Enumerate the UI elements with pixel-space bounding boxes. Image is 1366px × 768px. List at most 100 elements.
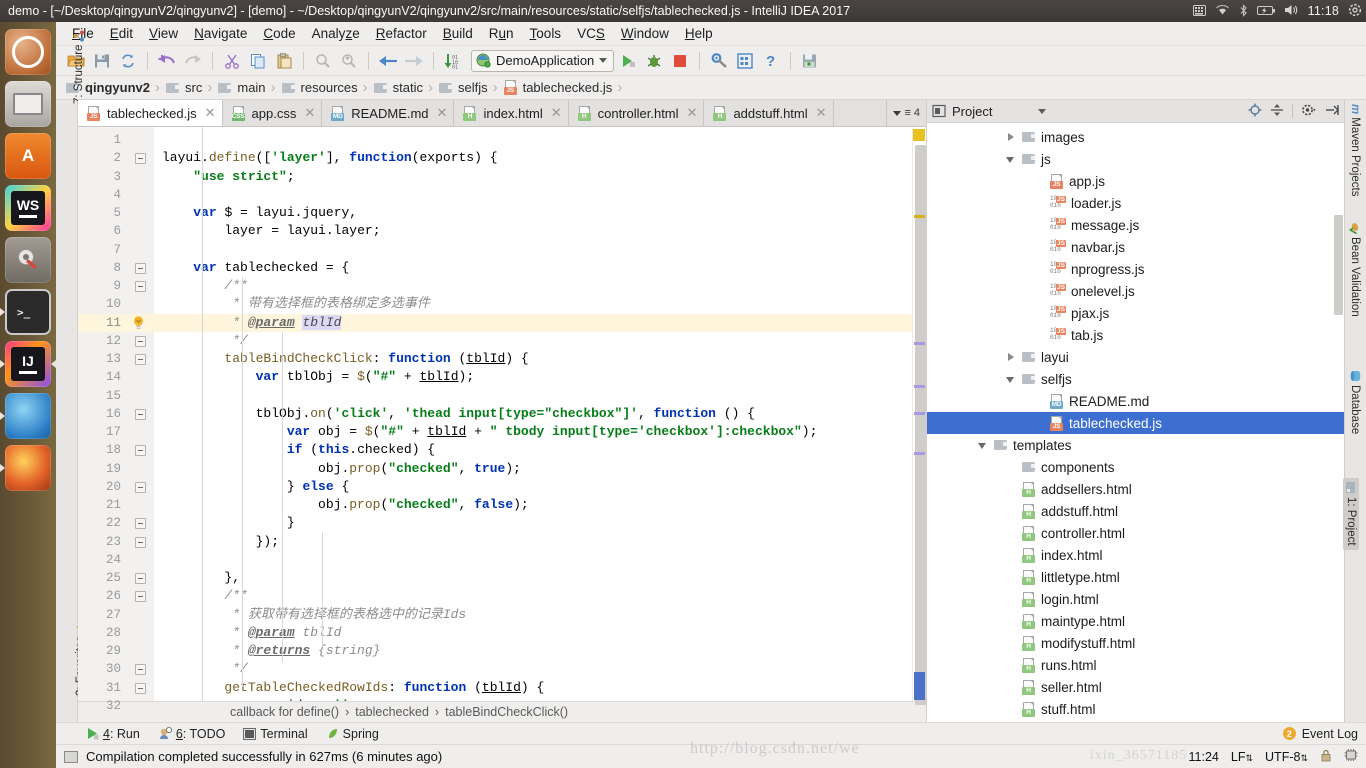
code-line[interactable]: var tblObj = $("#" + tblId); xyxy=(154,368,912,386)
navigate-back-icon[interactable] xyxy=(376,49,400,73)
collapse-arrow-icon[interactable] xyxy=(1006,374,1017,385)
fold-marker-icon[interactable] xyxy=(135,153,146,165)
chevron-down-icon[interactable] xyxy=(1038,108,1047,114)
close-icon[interactable]: ✕ xyxy=(304,105,315,121)
collapse-all-icon[interactable] xyxy=(1270,103,1284,120)
fold-marker-icon[interactable] xyxy=(135,591,146,603)
fold-row[interactable] xyxy=(128,277,154,295)
tab-index-html[interactable]: H index.html ✕ xyxy=(454,100,569,126)
code-line[interactable]: obj.prop("checked", true); xyxy=(154,460,912,478)
fold-row[interactable] xyxy=(128,313,154,332)
stop-button-icon[interactable] xyxy=(668,49,692,73)
tree-item[interactable]: 10 010 JS message.js xyxy=(927,214,1344,236)
compile-icon[interactable]: 01 10 01 xyxy=(441,49,465,73)
find-usages-icon[interactable] xyxy=(337,49,361,73)
project-file-tree[interactable]: images js JS app.js 10 010 JS loader.js 10 010 JS m… xyxy=(927,123,1344,722)
tree-item[interactable]: MD README.md xyxy=(927,390,1344,412)
code-line[interactable]: } xyxy=(154,514,912,532)
lock-icon[interactable] xyxy=(1320,749,1332,765)
undo-icon[interactable] xyxy=(155,49,179,73)
tree-item[interactable]: Hseller.html xyxy=(927,676,1344,698)
database-save-icon[interactable] xyxy=(798,49,822,73)
fold-row[interactable] xyxy=(128,259,154,277)
fold-marker-icon[interactable] xyxy=(135,262,146,274)
memory-indicator-icon[interactable] xyxy=(1344,748,1358,765)
code-content[interactable]: layui.define(['layer'], function(exports… xyxy=(154,127,912,701)
breadcrumb-tablebindcheckclick[interactable]: tableBindCheckClick() xyxy=(445,705,568,719)
encoding-selector[interactable]: UTF-8⇅ xyxy=(1265,750,1308,764)
breadcrumb-selfjs[interactable]: selfjs xyxy=(435,80,491,95)
menu-run[interactable]: Run xyxy=(481,24,522,43)
fold-marker-icon[interactable] xyxy=(135,281,146,292)
tree-item[interactable]: 10 010 JS navbar.js xyxy=(927,236,1344,258)
menu-window[interactable]: Window xyxy=(613,24,677,43)
fold-row[interactable] xyxy=(128,514,154,532)
fold-marker-icon[interactable] xyxy=(135,481,146,493)
tab-overflow-button[interactable]: ≡ 4 xyxy=(886,100,926,126)
breadcrumb-static[interactable]: static xyxy=(370,80,426,95)
fold-row[interactable] xyxy=(128,204,154,222)
fold-marker-icon[interactable] xyxy=(135,664,146,676)
code-line[interactable]: }); xyxy=(154,533,912,551)
fold-marker-icon[interactable] xyxy=(135,354,146,365)
fold-marker-icon[interactable] xyxy=(135,518,146,530)
event-log-label[interactable]: Event Log xyxy=(1302,727,1358,741)
tree-item[interactable]: 10 010 JS onelevel.js xyxy=(927,280,1344,302)
launcher-webstorm-icon[interactable]: WS xyxy=(5,185,51,231)
fold-row[interactable] xyxy=(128,350,154,368)
launcher-terminal-icon[interactable]: >_ xyxy=(0,289,51,335)
launcher-chrome-icon[interactable] xyxy=(0,393,51,439)
tree-item[interactable]: js xyxy=(927,148,1344,170)
collapse-arrow-icon[interactable] xyxy=(1006,154,1017,165)
fold-row[interactable] xyxy=(128,387,154,405)
breadcrumb-callback[interactable]: callback for define() xyxy=(230,705,339,719)
save-all-icon[interactable] xyxy=(90,49,114,73)
fold-marker-icon[interactable] xyxy=(135,573,146,584)
line-separator-selector[interactable]: LF⇅ xyxy=(1231,750,1253,764)
breadcrumb-tablechecked-js[interactable]: JS tablechecked.js xyxy=(500,80,616,95)
menu-help[interactable]: Help xyxy=(677,24,721,43)
code-line[interactable] xyxy=(154,387,912,405)
help-icon[interactable]: ? xyxy=(759,49,783,73)
fold-row[interactable] xyxy=(128,295,154,313)
fold-row[interactable] xyxy=(128,697,154,715)
fold-row[interactable] xyxy=(128,368,154,386)
gear-icon[interactable] xyxy=(1301,103,1317,120)
tree-item[interactable]: images xyxy=(927,126,1344,148)
tool-window-database[interactable]: Database xyxy=(1349,370,1361,434)
sync-refresh-icon[interactable] xyxy=(116,49,140,73)
code-line[interactable]: layui.define(['layer'], function(exports… xyxy=(154,149,912,167)
event-log-area[interactable]: 2 Event Log xyxy=(1282,727,1366,741)
close-icon[interactable]: ✕ xyxy=(687,105,698,121)
tool-window-todo[interactable]: 6: TODO xyxy=(158,727,225,741)
tab-tablechecked-js[interactable]: JS tablechecked.js ✕ xyxy=(78,100,223,126)
tool-window-maven-projects[interactable]: m Maven Projects xyxy=(1349,104,1361,197)
close-icon[interactable]: ✕ xyxy=(551,105,562,121)
settings-gear-icon[interactable] xyxy=(1348,3,1362,19)
launcher-ubuntu-icon[interactable] xyxy=(5,29,51,75)
editor-scroll-thumb[interactable] xyxy=(915,145,926,705)
menu-analyze[interactable]: Analyze xyxy=(304,24,368,43)
fold-row[interactable] xyxy=(128,332,154,350)
find-icon[interactable] xyxy=(311,49,335,73)
fold-marker-icon[interactable] xyxy=(135,408,146,420)
code-line[interactable]: var obj = $("#" + tblId + " tbody input[… xyxy=(154,423,912,441)
tab-readme-md[interactable]: MD README.md ✕ xyxy=(322,100,455,126)
fold-row[interactable] xyxy=(128,149,154,167)
code-line[interactable]: /** xyxy=(154,587,912,605)
debug-button-icon[interactable] xyxy=(642,49,666,73)
menu-vcs[interactable]: VCS xyxy=(569,24,613,43)
bluetooth-icon[interactable] xyxy=(1239,3,1248,19)
menu-refactor[interactable]: Refactor xyxy=(368,24,435,43)
breadcrumb-tablechecked[interactable]: tablechecked xyxy=(355,705,429,719)
fold-row[interactable] xyxy=(128,496,154,514)
fold-row[interactable] xyxy=(128,679,154,697)
menu-view[interactable]: View xyxy=(141,24,186,43)
fold-row[interactable] xyxy=(128,131,154,149)
tool-window-structure[interactable]: 7: Structure xyxy=(73,30,85,104)
code-line[interactable]: * @param tblId xyxy=(154,624,912,642)
fold-marker-icon[interactable] xyxy=(135,682,146,694)
editor-marker-scrollbar[interactable] xyxy=(912,127,926,705)
expand-arrow-icon[interactable] xyxy=(1006,352,1017,363)
intention-bulb-icon[interactable] xyxy=(132,315,145,330)
